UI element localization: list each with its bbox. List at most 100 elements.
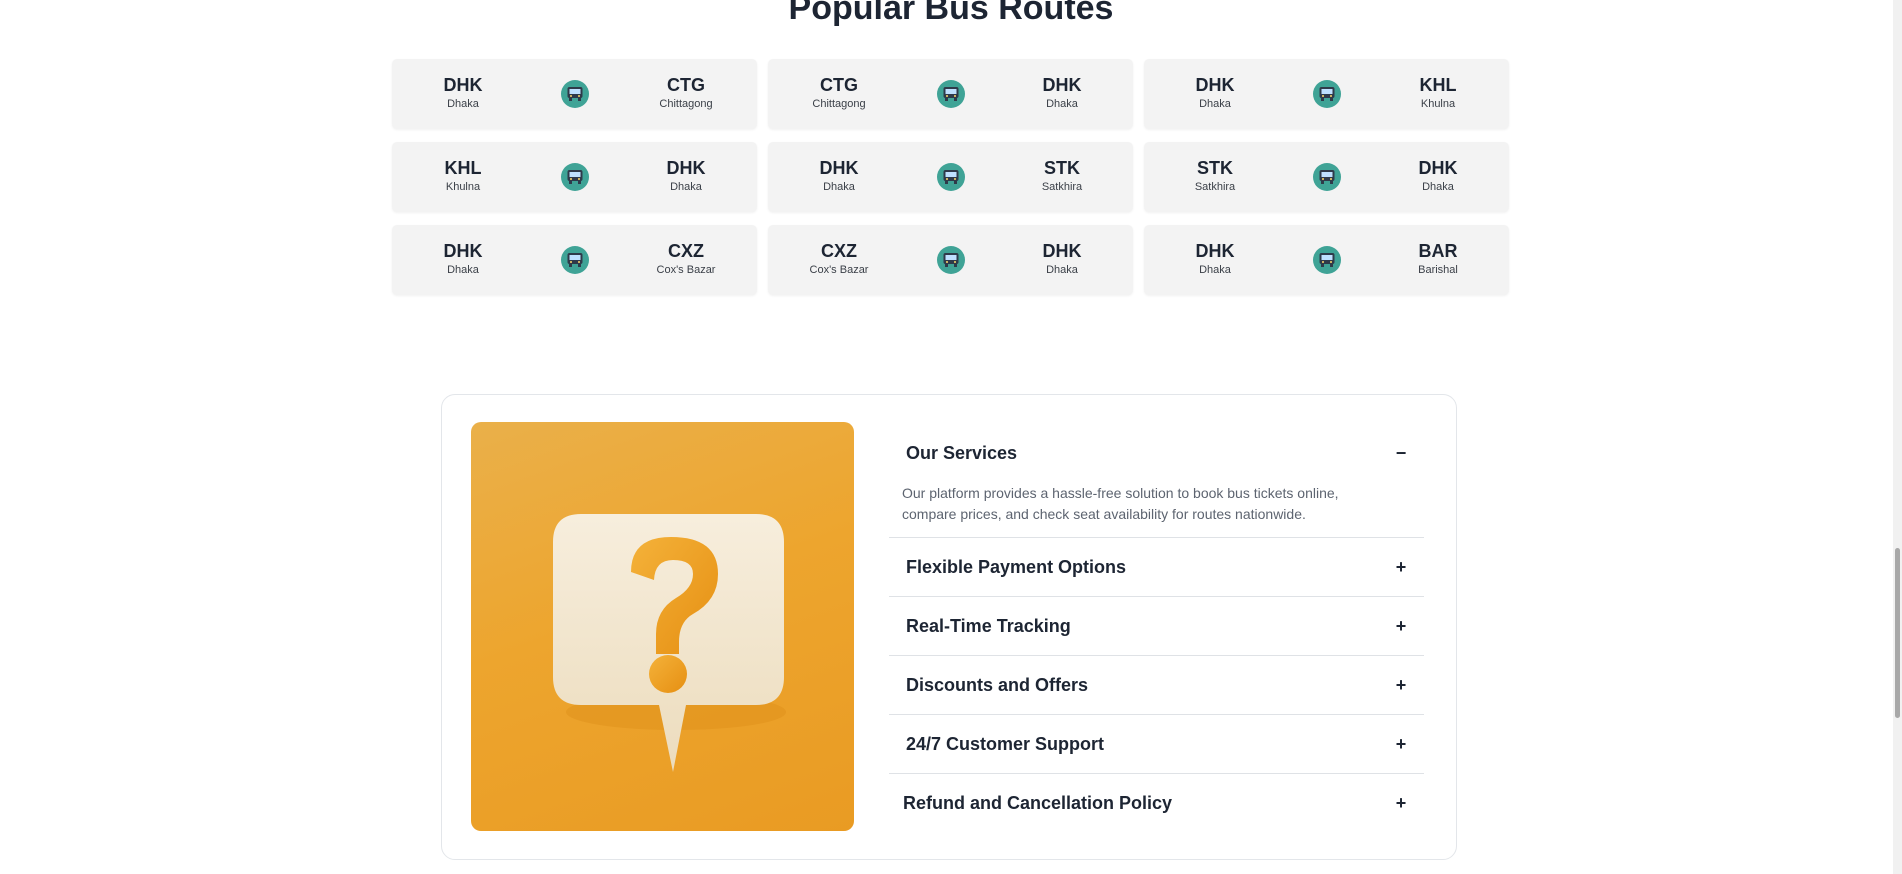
origin-name: Cox's Bazar	[809, 264, 869, 276]
origin-code: DHK	[819, 158, 859, 178]
faq-header[interactable]: Our Services −	[889, 423, 1424, 483]
section-title: Popular Bus Routes	[788, 0, 1114, 27]
faq-header[interactable]: Flexible Payment Options +	[889, 538, 1424, 596]
page-scrollbar[interactable]	[1893, 0, 1902, 874]
bus-icon	[936, 246, 965, 274]
faq-item-refund-policy[interactable]: Refund and Cancellation Policy +	[889, 774, 1424, 832]
plus-icon[interactable]: +	[1394, 616, 1408, 637]
route-origin: DHK Dhaka	[413, 74, 513, 111]
bus-icon	[1312, 80, 1341, 108]
faq-item-customer-support[interactable]: 24/7 Customer Support +	[889, 715, 1424, 774]
route-destination: DHK Dhaka	[1388, 157, 1488, 194]
route-card[interactable]: CTG Chittagong DHK Dhaka	[768, 59, 1133, 129]
origin-code: DHK	[443, 241, 483, 261]
route-destination: DHK Dhaka	[1012, 74, 1112, 111]
route-card[interactable]: KHL Khulna DHK Dhaka	[392, 142, 757, 212]
bus-icon	[560, 80, 589, 108]
destination-name: Dhaka	[1046, 264, 1078, 276]
origin-name: Khulna	[445, 181, 481, 193]
plus-icon[interactable]: +	[1394, 675, 1408, 696]
origin-code: KHL	[444, 158, 482, 178]
destination-name: Khulna	[1420, 98, 1456, 110]
faq-header[interactable]: 24/7 Customer Support +	[889, 715, 1424, 773]
popular-routes-grid: DHK Dhaka CTG Chittagong CTG Chittagong DHK…	[392, 59, 1510, 295]
faq-question: Flexible Payment Options	[906, 556, 1127, 577]
faq-answer: Our platform provides a hassle-free solu…	[902, 485, 1339, 522]
origin-code: DHK	[1195, 75, 1235, 95]
destination-name: Barishal	[1418, 264, 1458, 276]
route-destination: CXZ Cox's Bazar	[636, 240, 736, 277]
faq-header[interactable]: Discounts and Offers +	[889, 656, 1424, 714]
route-card[interactable]: DHK Dhaka CXZ Cox's Bazar	[392, 225, 757, 295]
origin-name: Satkhira	[1194, 181, 1236, 193]
faq-question: 24/7 Customer Support	[906, 733, 1105, 754]
route-origin: DHK Dhaka	[1165, 240, 1265, 277]
destination-code: DHK	[666, 158, 706, 178]
faq-question: Real-Time Tracking	[906, 615, 1071, 636]
origin-name: Dhaka	[447, 98, 479, 110]
destination-name: Cox's Bazar	[656, 264, 716, 276]
plus-icon[interactable]: +	[1394, 557, 1408, 578]
plus-icon[interactable]: +	[1394, 734, 1408, 755]
bus-icon	[1312, 163, 1341, 191]
origin-name: Dhaka	[447, 264, 479, 276]
faq-item-discounts[interactable]: Discounts and Offers +	[889, 656, 1424, 715]
route-card[interactable]: CXZ Cox's Bazar DHK Dhaka	[768, 225, 1133, 295]
origin-code: STK	[1197, 158, 1233, 178]
destination-code: CTG	[667, 75, 705, 95]
origin-code: CXZ	[821, 241, 857, 261]
bus-icon	[1312, 246, 1341, 274]
route-destination: KHL Khulna	[1388, 74, 1488, 111]
route-card[interactable]: STK Satkhira DHK Dhaka	[1144, 142, 1509, 212]
route-destination: DHK Dhaka	[1012, 240, 1112, 277]
origin-name: Chittagong	[812, 98, 866, 110]
faq-header[interactable]: Refund and Cancellation Policy +	[889, 774, 1424, 832]
destination-code: DHK	[1418, 158, 1458, 178]
route-origin: DHK Dhaka	[413, 240, 513, 277]
faq-accordion: Our Services − Our platform provides a h…	[889, 423, 1424, 832]
destination-code: BAR	[1418, 241, 1458, 261]
faq-question: Refund and Cancellation Policy	[903, 792, 1173, 813]
origin-code: CTG	[820, 75, 858, 95]
destination-name: Chittagong	[659, 98, 713, 110]
route-destination: DHK Dhaka	[636, 157, 736, 194]
destination-code: DHK	[1042, 241, 1082, 261]
bus-icon	[936, 163, 965, 191]
destination-code: STK	[1044, 158, 1080, 178]
route-destination: BAR Barishal	[1388, 240, 1488, 277]
origin-code: DHK	[1195, 241, 1235, 261]
plus-icon[interactable]: +	[1394, 793, 1408, 814]
bus-icon	[560, 246, 589, 274]
origin-name: Dhaka	[823, 181, 855, 193]
origin-code: DHK	[443, 75, 483, 95]
destination-name: Dhaka	[1046, 98, 1078, 110]
scrollbar-thumb[interactable]	[1895, 548, 1900, 718]
bus-icon	[936, 80, 965, 108]
faq-question: Our Services	[906, 442, 1018, 463]
bus-icon	[560, 163, 589, 191]
route-card[interactable]: DHK Dhaka BAR Barishal	[1144, 225, 1509, 295]
route-card[interactable]: DHK Dhaka KHL Khulna	[1144, 59, 1509, 129]
route-origin: DHK Dhaka	[789, 157, 889, 194]
route-destination: CTG Chittagong	[636, 74, 736, 111]
route-origin: KHL Khulna	[413, 157, 513, 194]
destination-name: Dhaka	[670, 181, 702, 193]
destination-code: KHL	[1419, 75, 1457, 95]
question-bubble-icon	[471, 422, 854, 831]
faq-item-real-time-tracking[interactable]: Real-Time Tracking +	[889, 597, 1424, 656]
route-destination: STK Satkhira	[1012, 157, 1112, 194]
faq-item-flexible-payment[interactable]: Flexible Payment Options +	[889, 538, 1424, 597]
faq-header[interactable]: Real-Time Tracking +	[889, 597, 1424, 655]
route-origin: CTG Chittagong	[789, 74, 889, 111]
route-origin: CXZ Cox's Bazar	[789, 240, 889, 277]
route-card[interactable]: DHK Dhaka STK Satkhira	[768, 142, 1133, 212]
route-origin: DHK Dhaka	[1165, 74, 1265, 111]
destination-name: Satkhira	[1041, 181, 1083, 193]
faq-item-our-services[interactable]: Our Services − Our platform provides a h…	[889, 423, 1424, 538]
minus-icon[interactable]: −	[1394, 443, 1408, 464]
faq-section: Our Services − Our platform provides a h…	[441, 394, 1457, 860]
faq-question: Discounts and Offers	[906, 674, 1089, 695]
route-card[interactable]: DHK Dhaka CTG Chittagong	[392, 59, 757, 129]
route-origin: STK Satkhira	[1165, 157, 1265, 194]
origin-name: Dhaka	[1199, 264, 1231, 276]
